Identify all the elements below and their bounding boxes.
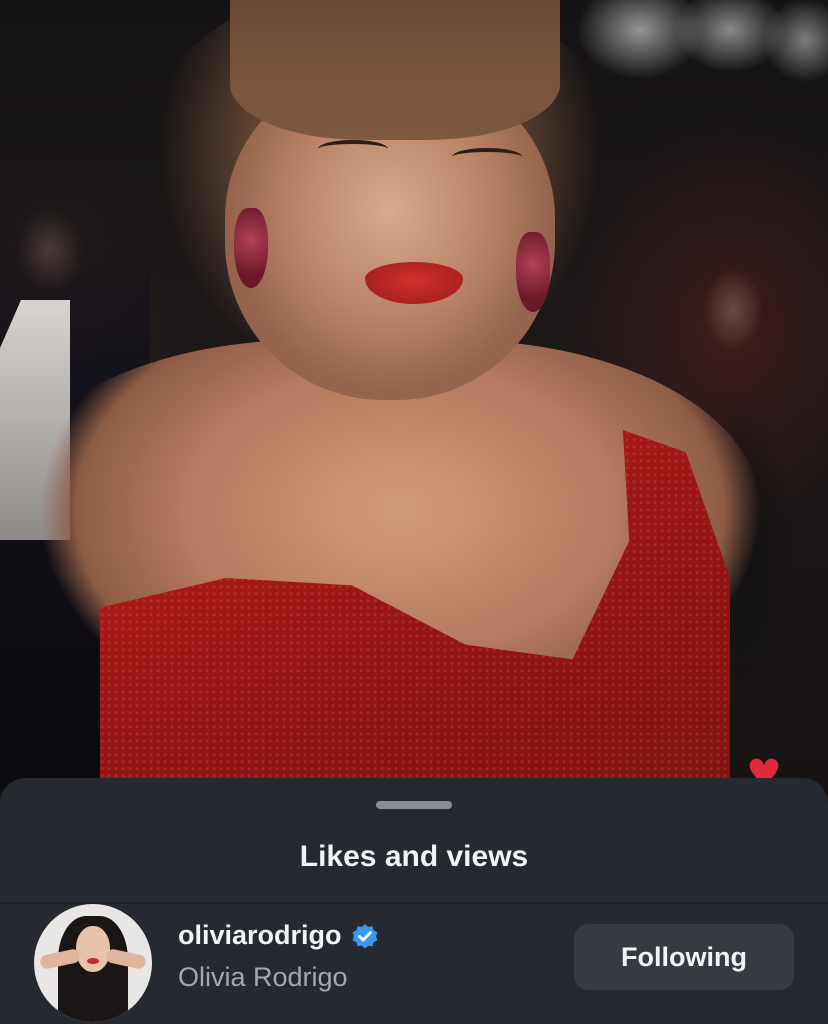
avatar[interactable] [34,904,152,1022]
sheet-grabber-handle[interactable] [376,801,452,809]
full-name: Olivia Rodrigo [178,962,348,992]
video-subject-earring-right [516,232,550,312]
video-subject-earring-left [234,208,268,288]
following-button[interactable]: Following [574,924,794,990]
username[interactable]: oliviarodrigo [178,920,342,951]
screen: ♥ Likes and views oliviarodrigo [0,0,828,1024]
video-subject-bangs [230,0,560,140]
likes-and-views-sheet: Likes and views oliviarodrigo Olivia Rod… [0,778,828,1024]
reel-video[interactable] [0,0,828,800]
sheet-title: Likes and views [299,840,529,873]
user-row[interactable]: oliviarodrigo Olivia Rodrigo Following [0,904,828,1024]
username-line: oliviarodrigo [178,920,380,951]
verified-badge-icon [350,921,380,951]
video-subject-eye-right [452,148,522,166]
video-subject-eye-left [318,140,388,158]
